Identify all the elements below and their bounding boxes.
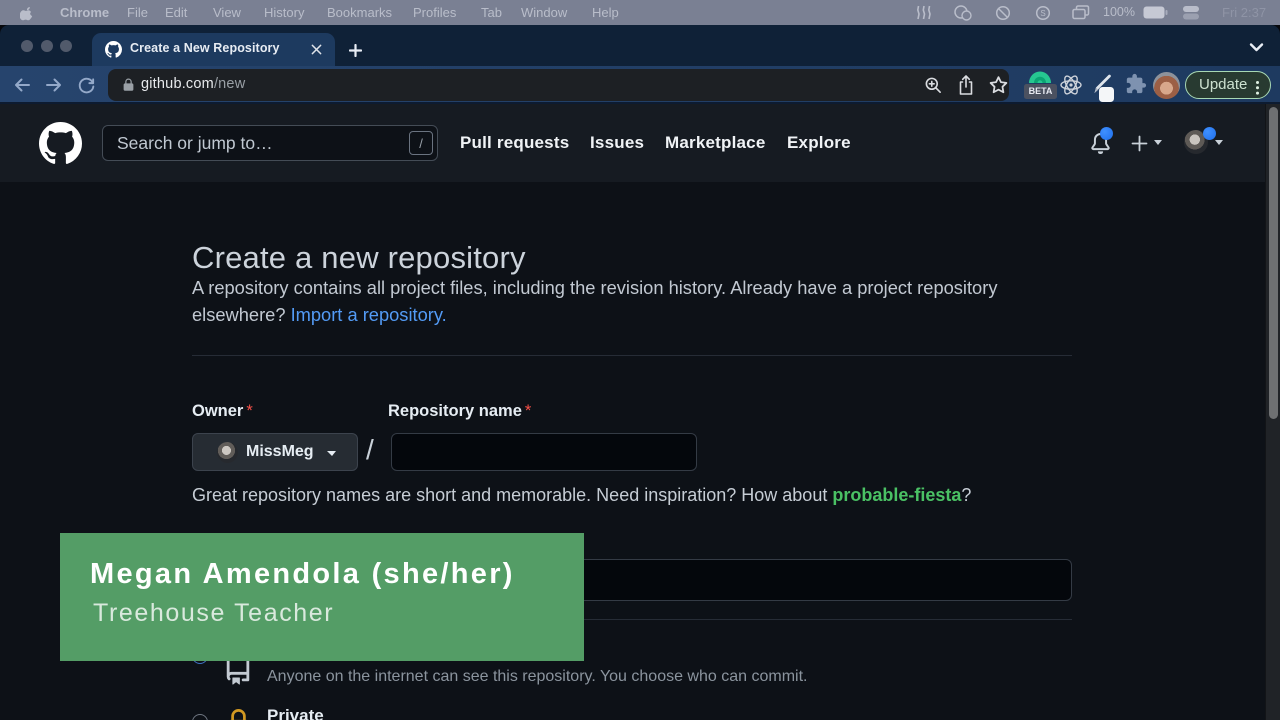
svg-text:S: S bbox=[1040, 9, 1045, 18]
